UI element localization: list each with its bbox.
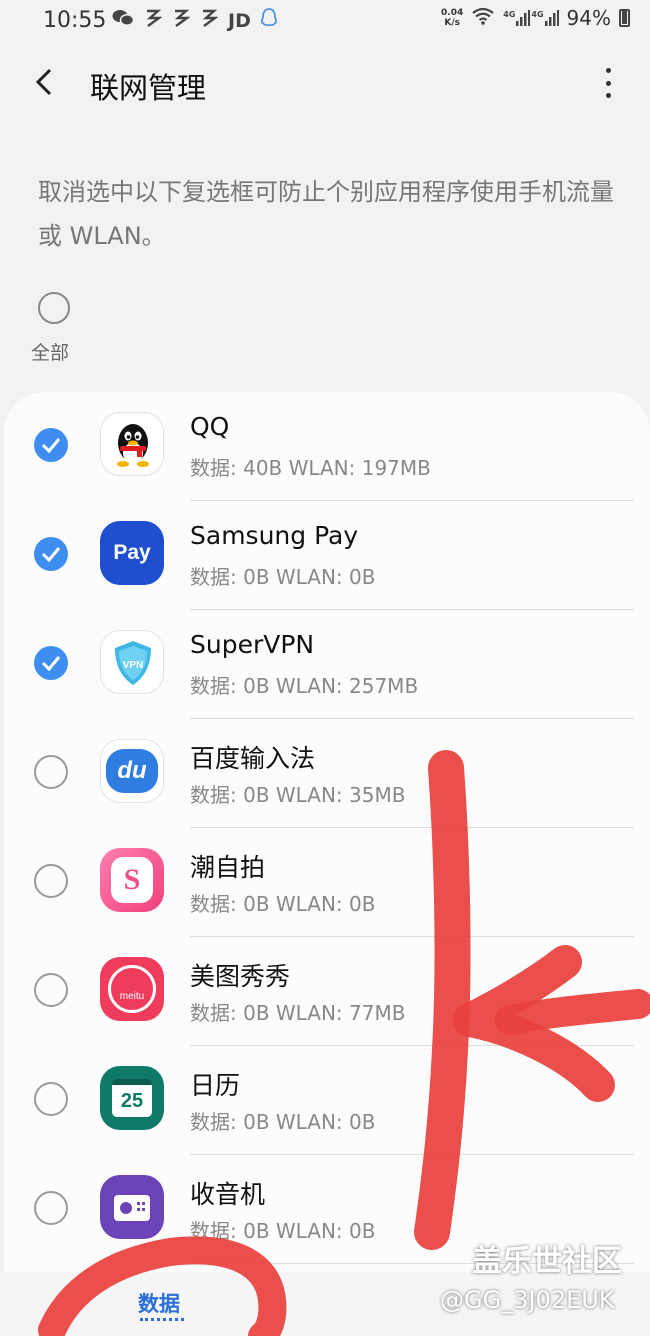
app-checkbox-checked[interactable]	[34, 428, 68, 462]
app-row-calendar[interactable]: 25 日历 数据: 0B WLAN: 0B	[4, 1046, 650, 1155]
app-name: QQ	[190, 412, 230, 441]
qq-penguin-icon	[100, 412, 164, 476]
status-right: 0.04 K/s 4G 4G 94%	[441, 6, 630, 30]
app-name: 收音机	[190, 1180, 266, 1209]
app-notification-icon	[144, 8, 163, 34]
app-name: SuperVPN	[190, 630, 315, 659]
app-notification-icon	[172, 8, 191, 34]
app-row-meitu[interactable]: meitu 美图秀秀 数据: 0B WLAN: 77MB	[4, 937, 650, 1046]
network-speed: 0.04 K/s	[441, 8, 464, 28]
meitu-icon: meitu	[100, 957, 164, 1021]
signal-icon: 4G 4G	[503, 10, 559, 26]
chaozipai-icon: S	[100, 848, 164, 912]
app-row-samsung-pay[interactable]: Pay Samsung Pay 数据: 0B WLAN: 0B	[4, 501, 650, 610]
tab-data[interactable]: 数据	[138, 1288, 180, 1318]
app-checkbox-checked[interactable]	[34, 646, 68, 680]
app-row-qq[interactable]: QQ 数据: 40B WLAN: 197MB	[4, 392, 650, 501]
watermark-user: @GG_3J02EUK	[440, 1286, 615, 1314]
select-all-checkbox[interactable]	[38, 292, 70, 324]
wifi-icon	[471, 7, 495, 29]
baidu-input-icon: du	[100, 739, 164, 803]
app-row-supervpn[interactable]: VPN SuperVPN 数据: 0B WLAN: 257MB	[4, 610, 650, 719]
app-checkbox-unchecked[interactable]	[34, 864, 68, 898]
calendar-icon: 25	[100, 1066, 164, 1130]
app-usage: 数据: 40B WLAN: 197MB	[190, 456, 431, 480]
page-title: 联网管理	[90, 71, 207, 105]
app-name: Samsung Pay	[190, 521, 359, 550]
svg-text:VPN: VPN	[123, 660, 144, 671]
app-name: 潮自拍	[190, 853, 266, 882]
select-all-toggle[interactable]: 全部	[31, 292, 76, 365]
samsung-pay-icon: Pay	[100, 521, 164, 585]
tab-active-indicator	[140, 1318, 184, 1321]
app-usage: 数据: 0B WLAN: 0B	[190, 1110, 376, 1134]
select-all-label: 全部	[30, 342, 69, 364]
app-usage: 数据: 0B WLAN: 0B	[190, 565, 376, 589]
app-row-baidu-input[interactable]: du 百度输入法 数据: 0B WLAN: 35MB	[4, 719, 650, 828]
back-arrow-icon[interactable]	[30, 64, 60, 100]
app-name: 百度输入法	[190, 744, 316, 773]
app-notification-icon	[200, 8, 219, 34]
app-checkbox-unchecked[interactable]	[34, 973, 68, 1007]
description-text: 取消选中以下复选框可防止个别应用程序使用手机流量或 WLAN。	[38, 178, 614, 250]
radio-icon	[100, 1175, 164, 1239]
app-checkbox-unchecked[interactable]	[34, 1082, 68, 1116]
wechat-icon	[112, 9, 135, 33]
app-usage: 数据: 0B WLAN: 0B	[190, 892, 376, 916]
app-usage: 数据: 0B WLAN: 77MB	[190, 1001, 406, 1025]
jd-icon: JD	[228, 10, 251, 32]
more-vert-icon[interactable]	[604, 68, 612, 98]
watermark-title: 盖乐世社区	[472, 1244, 622, 1279]
app-usage: 数据: 0B WLAN: 0B	[190, 1219, 376, 1243]
battery-percent: 94%	[566, 6, 611, 30]
supervpn-shield-icon: VPN	[100, 630, 164, 694]
app-list: QQ 数据: 40B WLAN: 197MB Pay Samsung Pay 数…	[4, 392, 650, 1272]
app-name: 日历	[190, 1071, 241, 1100]
app-checkbox-unchecked[interactable]	[34, 1191, 68, 1225]
app-row-chaozipai[interactable]: S 潮自拍 数据: 0B WLAN: 0B	[4, 828, 650, 937]
app-bar: 联网管理	[0, 50, 650, 120]
qq-notification-icon	[260, 8, 277, 34]
app-checkbox-checked[interactable]	[34, 537, 68, 571]
app-usage: 数据: 0B WLAN: 35MB	[190, 783, 406, 807]
app-name: 美图秀秀	[190, 962, 291, 991]
app-checkbox-unchecked[interactable]	[34, 755, 68, 789]
notification-icons: JD	[112, 8, 277, 34]
status-time: 10:55	[43, 8, 107, 33]
app-usage: 数据: 0B WLAN: 257MB	[190, 674, 419, 698]
battery-icon	[619, 9, 630, 27]
status-bar: 10:55 JD 0.04 K/s 4G 4G 94%	[0, 0, 650, 40]
